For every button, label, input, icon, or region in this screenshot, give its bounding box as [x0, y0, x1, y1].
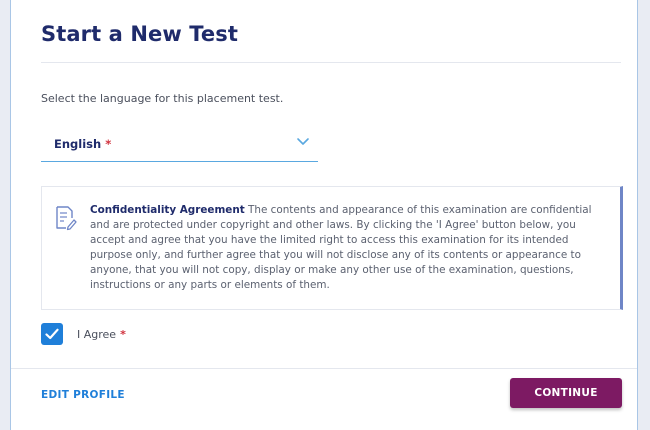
language-select-value: English *: [54, 137, 111, 151]
agreement-title: Confidentiality Agreement: [90, 204, 245, 216]
dialog-title: Start a New Test: [41, 22, 238, 46]
agree-checkbox-row[interactable]: I Agree *: [41, 322, 126, 346]
footer-divider: [11, 368, 637, 369]
agreement-text: Confidentiality Agreement The contents a…: [90, 203, 600, 293]
agreement-body: The contents and appearance of this exam…: [90, 204, 592, 291]
edit-profile-link[interactable]: EDIT PROFILE: [41, 389, 125, 401]
title-divider: [41, 62, 621, 63]
language-instruction: Select the language for this placement t…: [41, 92, 284, 105]
required-marker: *: [105, 137, 112, 151]
document-edit-icon: [56, 206, 77, 231]
checkmark-icon: [45, 328, 59, 340]
language-select[interactable]: English *: [41, 124, 318, 162]
agree-label-text: I Agree: [77, 327, 117, 341]
agree-label: I Agree *: [77, 328, 126, 341]
start-test-dialog: Start a New Test Select the language for…: [10, 0, 638, 430]
continue-button[interactable]: CONTINUE: [510, 378, 622, 408]
agree-checkbox[interactable]: [41, 323, 63, 345]
selected-language: English: [54, 137, 102, 151]
chevron-down-icon: [297, 138, 309, 145]
agree-required-marker: *: [120, 327, 126, 341]
confidentiality-agreement: Confidentiality Agreement The contents a…: [41, 186, 623, 310]
